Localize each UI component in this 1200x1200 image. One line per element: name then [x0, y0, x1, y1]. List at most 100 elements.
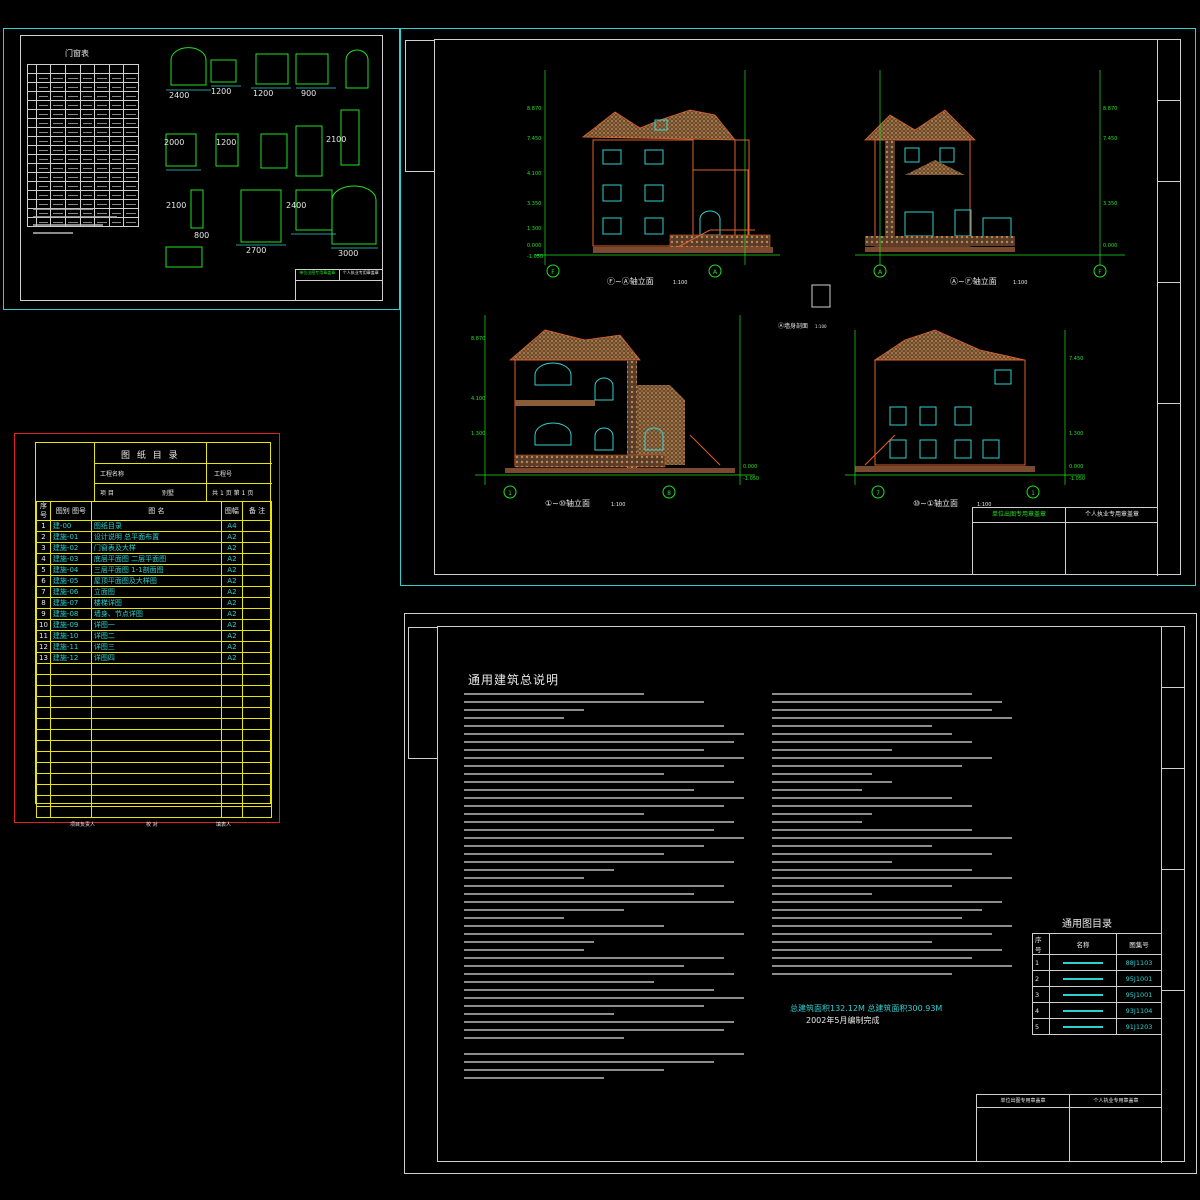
table-row: 10 建施-09 详图一 A2 — [36, 619, 273, 631]
table-row-empty — [36, 663, 273, 675]
catalog-cell-n: 5 — [36, 564, 51, 576]
table-row-empty — [36, 773, 273, 785]
table-row-empty — [36, 751, 273, 763]
dim-label: 1200 — [211, 87, 231, 96]
dim-label: 1200 — [216, 138, 236, 147]
elevation-sheet: 8.870 7.450 4.100 3.350 1.300 0.000 -1.0… — [400, 28, 1196, 586]
std-atlas-table: 序号 名称 图集号 1 88J1103 2 95J1001 3 95J1001 4 93J11… — [1032, 933, 1162, 1035]
catalog-footer-check: 校 对 — [146, 822, 158, 828]
catalog-cell-size: A2 — [220, 586, 243, 598]
notes-frame: 通用建筑总说明 总建筑面积132.12M 总建筑面积300.93M 2002年5… — [408, 626, 1185, 1163]
catalog-cell-name: 楼梯详图 — [90, 597, 222, 609]
elevation-drawings: 8.870 7.450 4.100 3.350 1.300 0.000 -1.0… — [471, 70, 1125, 508]
dim-label: 2700 — [246, 246, 266, 255]
std-cell: 91J1203 — [1116, 1018, 1162, 1035]
axis-mark: A — [878, 269, 883, 276]
door-table-row — [27, 154, 139, 164]
door-table-row — [27, 181, 139, 191]
level-label: -1.050 — [1069, 476, 1085, 482]
table-row-empty — [36, 696, 273, 708]
axis-mark: 1 — [1031, 490, 1035, 497]
notes-left-strip — [408, 627, 438, 759]
table-row-empty — [36, 729, 273, 741]
catalog-cell-size: A2 — [220, 531, 243, 543]
section-label: Ⓐ墙身剖面 — [778, 322, 808, 330]
notes-area-text: 总建筑面积132.12M 总建筑面积300.93M — [790, 1004, 943, 1013]
catalog-cell-code: 建施-08 — [49, 608, 92, 620]
table-row-empty — [36, 718, 273, 730]
catalog-cell-name: 三层平面图 1-1剖面图 — [90, 564, 222, 576]
door-stamp-person: 个人执业专用章盖章 — [342, 270, 379, 275]
door-notes — [33, 204, 123, 240]
catalog-cell-note — [241, 630, 273, 642]
catalog-cell-name: 详图四 — [90, 652, 222, 664]
view-scale: 1:100 — [611, 502, 625, 508]
table-row: 6 建施-05 屋顶平面图及大样图 A2 — [36, 575, 273, 587]
view-label: ①~⑩轴立面 — [545, 498, 590, 508]
notes-date-text: 2002年5月编制完成 — [806, 1016, 880, 1025]
table-row-empty — [36, 762, 273, 774]
catalog-cell-code: 建施-11 — [49, 641, 92, 653]
catalog-job-label: 工程号 — [214, 471, 233, 478]
catalog-cell-note — [241, 608, 273, 620]
door-table-row — [27, 118, 139, 128]
door-table-row — [27, 73, 139, 83]
catalog-cell-note — [241, 652, 273, 664]
catalog-cell-size: A2 — [220, 619, 243, 631]
catalog-cell-n: 9 — [36, 608, 51, 620]
door-stamp-unit: 单位出图专用章盖章 — [296, 270, 340, 280]
catalog-cell-note — [241, 575, 273, 587]
table-row: 2 建施-01 设计说明 总平面布置 A2 — [36, 531, 273, 543]
notes-title-block: 单位出图专用章盖章 个人执业专用章盖章 — [976, 1094, 1162, 1161]
door-table-row — [27, 145, 139, 155]
catalog-cell-size: A2 — [220, 575, 243, 587]
table-row: 5 91J1203 — [1032, 1018, 1162, 1035]
elevation-8-1 — [855, 329, 1035, 472]
level-label: 1.300 — [527, 226, 541, 232]
std-col-no: 序号 — [1032, 933, 1050, 955]
table-row: 11 建施-10 详图二 A2 — [36, 630, 273, 642]
notes-column-left — [464, 689, 754, 1089]
catalog-cell-n: 6 — [36, 575, 51, 587]
std-title: 通用图目录 — [1062, 919, 1112, 930]
level-label: -1.050 — [527, 254, 543, 260]
catalog-cell-note — [241, 586, 273, 598]
section-scale: 1:100 — [815, 324, 827, 329]
catalog-col-code: 图别 图号 — [49, 501, 92, 521]
std-col-code: 图集号 — [1116, 933, 1162, 955]
catalog-cell-name: 图纸目录 — [90, 520, 222, 532]
view-label: Ⓕ~Ⓐ轴立面 — [607, 276, 654, 286]
view-label: ⑩~①轴立面 — [913, 498, 958, 508]
table-row: 7 建施-06 立面图 A2 — [36, 586, 273, 598]
level-label: 8.870 — [1103, 106, 1117, 112]
level-label: 8.870 — [527, 106, 541, 112]
catalog-cell-note — [241, 553, 273, 565]
std-cell: 4 — [1032, 1002, 1050, 1019]
std-cell: 5 — [1032, 1018, 1050, 1035]
table-row-empty — [36, 740, 273, 752]
catalog-page-info: 共 1 页 第 1 页 — [212, 490, 254, 497]
level-label: 0.000 — [743, 464, 757, 470]
catalog-item-value: 别墅 — [162, 490, 175, 497]
dim-label: 800 — [194, 231, 209, 240]
catalog-cell-n: 11 — [36, 630, 51, 642]
notes-right-strip — [1161, 627, 1184, 1163]
std-col-name: 名称 — [1049, 933, 1117, 955]
dim-label: 3000 — [338, 249, 358, 258]
view-scale: 1:100 — [673, 280, 687, 286]
axis-mark: 1 — [508, 490, 512, 497]
axis-mark: F — [551, 269, 555, 276]
door-table-row — [27, 127, 139, 137]
dim-label: 2400 — [169, 91, 189, 100]
catalog-cell-size: A2 — [220, 608, 243, 620]
elevation-1-8 — [505, 329, 735, 473]
catalog-col-size: 图幅 — [220, 501, 243, 521]
std-cell: 2 — [1032, 970, 1050, 987]
level-label: 7.450 — [1103, 136, 1117, 142]
catalog-col-no: 序号 — [36, 501, 51, 521]
catalog-cell-code: 建施-12 — [49, 652, 92, 664]
catalog-cell-note — [241, 619, 273, 631]
elev-right-strip — [1157, 40, 1180, 576]
door-table-row — [27, 100, 139, 110]
std-cell: 3 — [1032, 986, 1050, 1003]
